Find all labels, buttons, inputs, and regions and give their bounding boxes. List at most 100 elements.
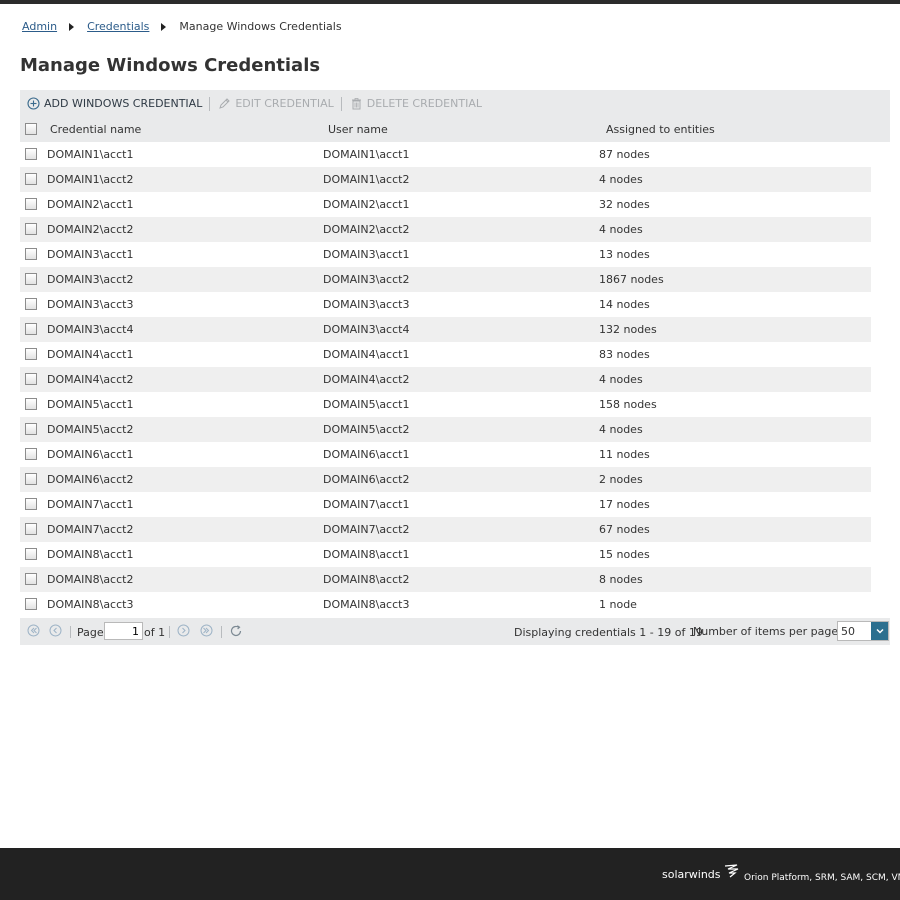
page-footer: solarwinds Orion Platform, SRM, SAM, SCM… — [0, 848, 900, 900]
column-header-assigned[interactable]: Assigned to entities — [606, 123, 715, 136]
table-row[interactable]: DOMAIN1\acct1 DOMAIN1\acct1 87 nodes — [20, 142, 871, 167]
column-header-user-name[interactable]: User name — [328, 123, 388, 136]
cell-user-name: DOMAIN1\acct2 — [323, 173, 410, 186]
row-checkbox[interactable] — [25, 498, 37, 510]
select-all-checkbox[interactable] — [25, 123, 37, 135]
row-checkbox[interactable] — [25, 548, 37, 560]
cell-credential-name: DOMAIN2\acct1 — [47, 198, 134, 211]
edit-credential-button[interactable]: EDIT CREDENTIAL — [218, 97, 334, 110]
cell-user-name: DOMAIN5\acct1 — [323, 398, 410, 411]
cell-user-name: DOMAIN6\acct1 — [323, 448, 410, 461]
cell-credential-name: DOMAIN4\acct1 — [47, 348, 134, 361]
table-row[interactable]: DOMAIN8\acct2 DOMAIN8\acct2 8 nodes — [20, 567, 871, 592]
table-row[interactable]: DOMAIN6\acct1 DOMAIN6\acct1 11 nodes — [20, 442, 871, 467]
table-row[interactable]: DOMAIN8\acct1 DOMAIN8\acct1 15 nodes — [20, 542, 871, 567]
pager-divider — [169, 626, 170, 638]
table-row[interactable]: DOMAIN5\acct2 DOMAIN5\acct2 4 nodes — [20, 417, 871, 442]
breadcrumb-arrow-icon — [69, 22, 75, 31]
row-checkbox[interactable] — [25, 173, 37, 185]
cell-credential-name: DOMAIN7\acct1 — [47, 498, 134, 511]
last-page-icon[interactable] — [200, 624, 213, 640]
cell-assigned: 4 nodes — [599, 173, 643, 186]
grid-toolbar: ADD WINDOWS CREDENTIAL EDIT CREDENTIAL D… — [20, 90, 890, 117]
row-checkbox[interactable] — [25, 348, 37, 360]
cell-assigned: 32 nodes — [599, 198, 650, 211]
add-windows-credential-button[interactable]: ADD WINDOWS CREDENTIAL — [27, 97, 202, 110]
cell-credential-name: DOMAIN8\acct3 — [47, 598, 134, 611]
breadcrumb-credentials-link[interactable]: Credentials — [87, 20, 149, 33]
cell-credential-name: DOMAIN1\acct2 — [47, 173, 134, 186]
cell-assigned: 4 nodes — [599, 223, 643, 236]
row-checkbox[interactable] — [25, 223, 37, 235]
cell-credential-name: DOMAIN3\acct1 — [47, 248, 134, 261]
row-checkbox[interactable] — [25, 598, 37, 610]
row-checkbox[interactable] — [25, 398, 37, 410]
table-row[interactable]: DOMAIN1\acct2 DOMAIN1\acct2 4 nodes — [20, 167, 871, 192]
cell-user-name: DOMAIN3\acct3 — [323, 298, 410, 311]
chevron-down-icon[interactable] — [871, 622, 888, 640]
pager-divider — [70, 626, 71, 638]
prev-page-icon[interactable] — [49, 624, 62, 640]
table-row[interactable]: DOMAIN3\acct4 DOMAIN3\acct4 132 nodes — [20, 317, 871, 342]
per-page-select[interactable]: 50 — [837, 621, 889, 641]
table-row[interactable]: DOMAIN4\acct2 DOMAIN4\acct2 4 nodes — [20, 367, 871, 392]
breadcrumb-admin-link[interactable]: Admin — [22, 20, 57, 33]
row-checkbox[interactable] — [25, 298, 37, 310]
row-checkbox[interactable] — [25, 198, 37, 210]
cell-user-name: DOMAIN4\acct1 — [323, 348, 410, 361]
cell-user-name: DOMAIN3\acct1 — [323, 248, 410, 261]
cell-user-name: DOMAIN1\acct1 — [323, 148, 410, 161]
table-row[interactable]: DOMAIN2\acct1 DOMAIN2\acct1 32 nodes — [20, 192, 871, 217]
table-row[interactable]: DOMAIN2\acct2 DOMAIN2\acct2 4 nodes — [20, 217, 871, 242]
solarwinds-logo: solarwinds — [662, 864, 740, 881]
cell-user-name: DOMAIN7\acct2 — [323, 523, 410, 536]
page-of-label: of 1 — [144, 626, 166, 639]
per-page-value: 50 — [841, 624, 855, 638]
cell-assigned: 17 nodes — [599, 498, 650, 511]
refresh-icon[interactable] — [229, 624, 243, 641]
credentials-grid: ADD WINDOWS CREDENTIAL EDIT CREDENTIAL D… — [20, 90, 890, 645]
first-page-icon[interactable] — [27, 624, 40, 640]
cell-credential-name: DOMAIN7\acct2 — [47, 523, 134, 536]
table-row[interactable]: DOMAIN4\acct1 DOMAIN4\acct1 83 nodes — [20, 342, 871, 367]
solarwinds-brand-text: solarwinds — [662, 868, 721, 881]
row-checkbox[interactable] — [25, 273, 37, 285]
product-list: Orion Platform, SRM, SAM, SCM, VMAN — [744, 873, 900, 883]
row-checkbox[interactable] — [25, 473, 37, 485]
pager-divider — [221, 626, 222, 638]
cell-credential-name: DOMAIN8\acct1 — [47, 548, 134, 561]
cell-assigned: 83 nodes — [599, 348, 650, 361]
table-row[interactable]: DOMAIN7\acct1 DOMAIN7\acct1 17 nodes — [20, 492, 871, 517]
add-windows-credential-label: ADD WINDOWS CREDENTIAL — [44, 97, 203, 110]
row-checkbox[interactable] — [25, 373, 37, 385]
row-checkbox[interactable] — [25, 523, 37, 535]
cell-credential-name: DOMAIN3\acct2 — [47, 273, 134, 286]
row-checkbox[interactable] — [25, 573, 37, 585]
row-checkbox[interactable] — [25, 423, 37, 435]
cell-user-name: DOMAIN8\acct1 — [323, 548, 410, 561]
row-checkbox[interactable] — [25, 148, 37, 160]
cell-credential-name: DOMAIN5\acct2 — [47, 423, 134, 436]
table-row[interactable]: DOMAIN3\acct2 DOMAIN3\acct2 1867 nodes — [20, 267, 871, 292]
table-row[interactable]: DOMAIN6\acct2 DOMAIN6\acct2 2 nodes — [20, 467, 871, 492]
cell-user-name: DOMAIN5\acct2 — [323, 423, 410, 436]
grid-pager: Page of 1 Displaying credentials 1 - 19 … — [20, 618, 890, 645]
edit-credential-label: EDIT CREDENTIAL — [235, 97, 334, 110]
row-checkbox[interactable] — [25, 323, 37, 335]
table-row[interactable]: DOMAIN8\acct3 DOMAIN8\acct3 1 node — [20, 592, 871, 617]
table-row[interactable]: DOMAIN3\acct1 DOMAIN3\acct1 13 nodes — [20, 242, 871, 267]
table-row[interactable]: DOMAIN3\acct3 DOMAIN3\acct3 14 nodes — [20, 292, 871, 317]
table-row[interactable]: DOMAIN7\acct2 DOMAIN7\acct2 67 nodes — [20, 517, 871, 542]
cell-user-name: DOMAIN7\acct1 — [323, 498, 410, 511]
column-header-credential-name[interactable]: Credential name — [50, 123, 141, 136]
cell-assigned: 67 nodes — [599, 523, 650, 536]
delete-credential-button[interactable]: DELETE CREDENTIAL — [350, 97, 482, 110]
cell-credential-name: DOMAIN5\acct1 — [47, 398, 134, 411]
table-row[interactable]: DOMAIN5\acct1 DOMAIN5\acct1 158 nodes — [20, 392, 871, 417]
next-page-icon[interactable] — [177, 624, 190, 640]
trash-icon — [351, 98, 361, 110]
row-checkbox[interactable] — [25, 248, 37, 260]
row-checkbox[interactable] — [25, 448, 37, 460]
page-number-input[interactable] — [104, 622, 143, 640]
cell-credential-name: DOMAIN8\acct2 — [47, 573, 134, 586]
